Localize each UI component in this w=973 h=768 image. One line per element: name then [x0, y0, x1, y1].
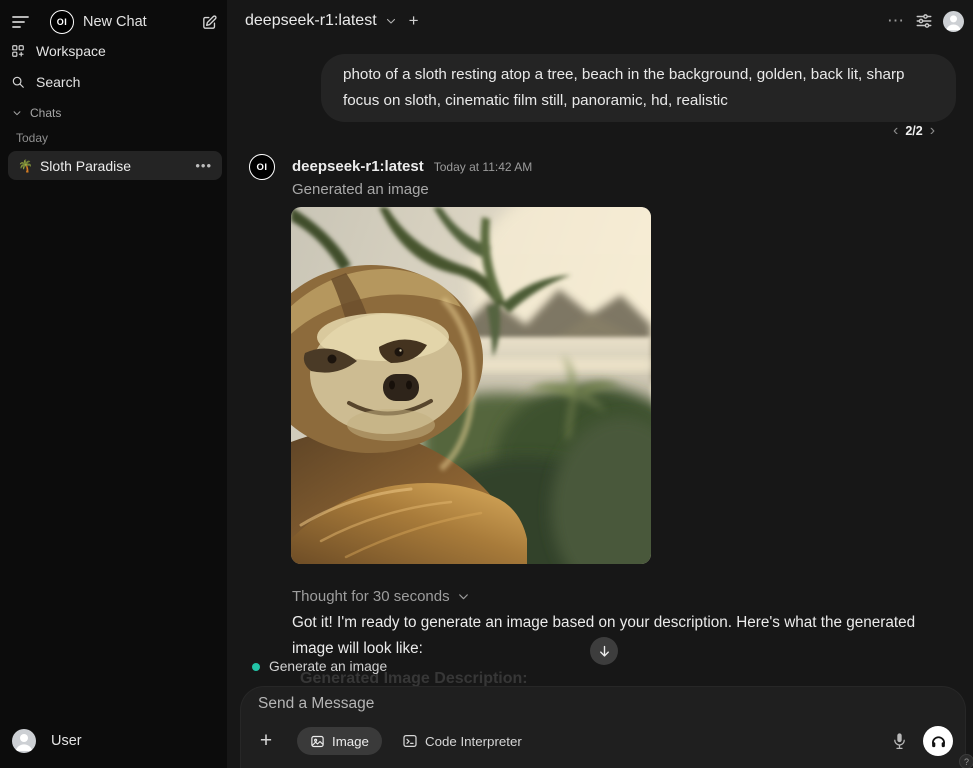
chat-controls-icon[interactable] — [915, 12, 933, 30]
chats-section-toggle[interactable]: Chats — [12, 106, 212, 120]
model-name[interactable]: deepseek-r1:latest — [245, 12, 377, 30]
chevron-down-icon — [457, 590, 470, 603]
status-dot — [252, 663, 260, 671]
search-label: Search — [36, 74, 80, 90]
profile-avatar[interactable] — [943, 11, 964, 32]
sidebar-item-workspace[interactable]: Workspace — [11, 43, 216, 59]
workspace-label: Workspace — [36, 43, 106, 59]
assistant-message-header: deepseek-r1:latest Today at 11:42 AM — [292, 158, 532, 175]
sidebar-user-menu[interactable]: User — [12, 729, 217, 753]
scroll-to-bottom-button[interactable] — [590, 637, 618, 665]
sidebar-item-search[interactable]: Search — [11, 74, 216, 90]
message-input[interactable]: Send a Message — [258, 695, 374, 713]
chevron-down-icon — [385, 15, 397, 27]
tool-status-label: Generate an image — [269, 659, 387, 674]
sidebar: OI New Chat Workspace — [0, 0, 227, 768]
voice-call-button[interactable] — [923, 726, 953, 756]
image-icon — [310, 734, 325, 749]
generated-image-caption: Generated an image — [292, 181, 429, 198]
generated-sloth-image[interactable] — [291, 207, 651, 564]
assistant-avatar: OI — [249, 154, 275, 180]
prev-variant-icon[interactable]: ‹ — [893, 122, 898, 140]
code-interpreter-button[interactable]: Code Interpreter — [402, 727, 522, 755]
sidebar-toggle-icon[interactable] — [10, 11, 32, 33]
search-icon — [11, 75, 25, 89]
help-button[interactable]: ? — [959, 754, 973, 768]
chats-section-label: Chats — [30, 106, 61, 120]
terminal-icon — [402, 733, 418, 749]
chat-menu-icon[interactable]: ••• — [195, 158, 212, 173]
thought-label: Thought for 30 seconds — [292, 588, 450, 605]
model-selector[interactable]: deepseek-r1:latest + — [245, 11, 419, 31]
user-message-bubble: photo of a sloth resting atop a tree, be… — [321, 54, 956, 122]
app-logo: OI — [50, 10, 74, 34]
image-mode-button[interactable]: Image — [297, 727, 382, 755]
date-group-label: Today — [16, 131, 48, 145]
chevron-down-icon — [12, 108, 22, 118]
open-webui-app: OI New Chat Workspace — [0, 0, 973, 768]
new-chat-label[interactable]: New Chat — [83, 14, 147, 30]
thought-toggle[interactable]: Thought for 30 seconds — [292, 588, 470, 605]
message-composer: Send a Message + Image Code Interpreter — [240, 686, 966, 768]
header-actions: ⋯ — [887, 9, 964, 33]
workspace-icon — [11, 44, 25, 58]
image-mode-label: Image — [332, 734, 369, 749]
chat-title: Sloth Paradise — [40, 158, 195, 174]
new-chat-icon[interactable] — [198, 11, 220, 33]
variant-count: 2/2 — [905, 124, 922, 138]
microphone-icon[interactable] — [887, 729, 911, 753]
user-avatar — [12, 729, 36, 753]
attach-button[interactable]: + — [253, 728, 279, 754]
message-timestamp: Today at 11:42 AM — [434, 160, 533, 174]
sidebar-item-chat-sloth-paradise[interactable]: 🌴 Sloth Paradise ••• — [8, 151, 222, 180]
next-variant-icon[interactable]: › — [930, 122, 935, 140]
code-interpreter-label: Code Interpreter — [425, 734, 522, 749]
headphones-icon — [930, 733, 947, 750]
user-name: User — [51, 733, 82, 749]
tool-call-status[interactable]: Generate an image — [252, 659, 387, 674]
message-pagination: ‹ 2/2 › — [893, 122, 935, 140]
palm-tree-emoji: 🌴 — [18, 159, 33, 173]
assistant-model-name: deepseek-r1:latest — [292, 158, 424, 175]
chat-options-icon[interactable]: ⋯ — [887, 9, 905, 33]
new-model-chat-button[interactable]: + — [409, 11, 419, 31]
